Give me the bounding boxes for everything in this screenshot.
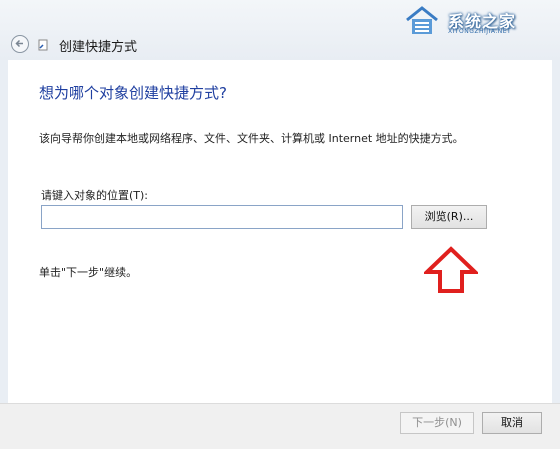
shortcut-icon — [38, 39, 48, 51]
title-bar: 创建快捷方式 系统之家 XITONGZHIJIA.NET — [0, 0, 560, 60]
page-description: 该向导帮你创建本地或网络程序、文件、文件夹、计算机或 Internet 地址的快… — [39, 132, 464, 145]
next-button[interactable]: 下一步(N) — [400, 412, 474, 434]
back-arrow-icon — [15, 39, 23, 48]
house-logo-icon — [406, 6, 438, 34]
location-label: 请键入对象的位置(T): — [41, 189, 149, 202]
red-up-arrow-icon — [424, 246, 478, 293]
location-input[interactable] — [41, 205, 403, 229]
wizard-content: 想为哪个对象创建快捷方式? 该向导帮你创建本地或网络程序、文件、文件夹、计算机或… — [8, 60, 552, 403]
window-title: 创建快捷方式 — [59, 40, 138, 55]
browse-button[interactable]: 浏览(R)... — [411, 205, 487, 229]
watermark-logo: 系统之家 XITONGZHIJIA.NET — [404, 5, 554, 39]
watermark-url: XITONGZHIJIA.NET — [448, 28, 512, 35]
back-button[interactable] — [11, 35, 29, 53]
continue-hint: 单击"下一步"继续。 — [39, 266, 138, 279]
page-heading: 想为哪个对象创建快捷方式? — [39, 84, 227, 102]
window-edge — [552, 60, 560, 403]
footer-bar: 下一步(N) 取消 — [0, 403, 560, 449]
cancel-button[interactable]: 取消 — [482, 412, 542, 434]
